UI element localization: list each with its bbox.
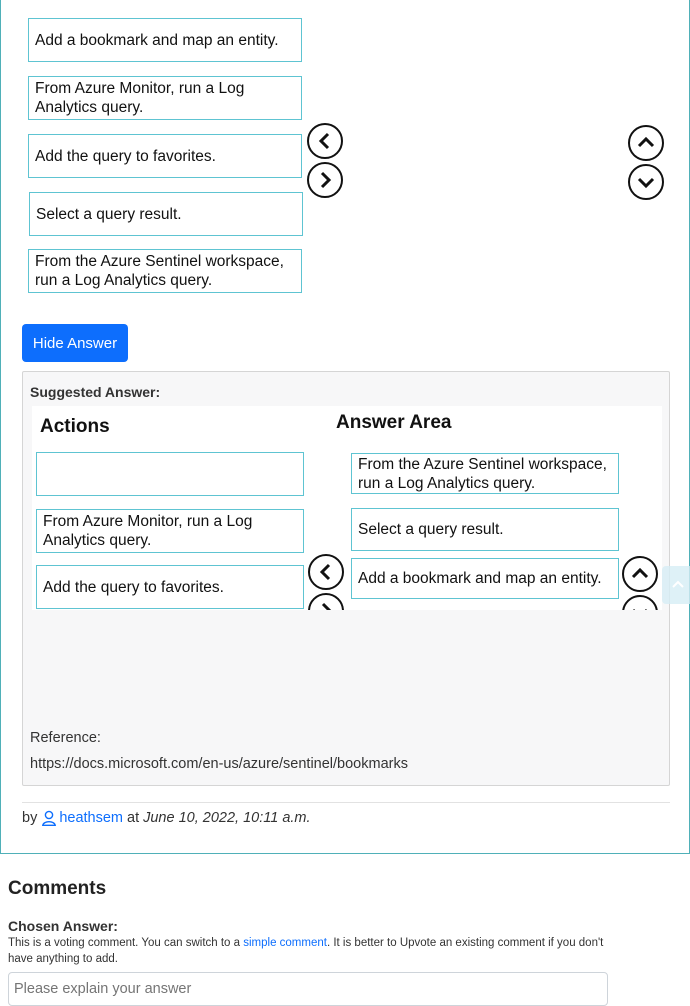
move-down-icon[interactable] bbox=[628, 164, 664, 200]
scroll-to-top-button[interactable] bbox=[662, 566, 690, 604]
user-icon bbox=[42, 810, 57, 826]
attribution: by heathsem at June 10, 2022, 10:11 a.m. bbox=[22, 810, 311, 826]
action-text: Add the query to favorites. bbox=[43, 578, 224, 596]
action-box: Add the query to favorites. bbox=[36, 565, 304, 609]
move-up-icon[interactable] bbox=[628, 125, 664, 161]
answer-text: From the Azure Sentinel workspace, run a… bbox=[358, 455, 607, 492]
choice-text: Add a bookmark and map an entity. bbox=[35, 31, 279, 49]
answer-area-header: Answer Area bbox=[336, 412, 452, 433]
user-link[interactable]: heathsem bbox=[41, 810, 123, 826]
choice-text: Select a query result. bbox=[36, 205, 182, 223]
comment-input[interactable] bbox=[8, 972, 608, 1006]
choice-box[interactable]: Add the query to favorites. bbox=[28, 134, 302, 178]
choice-box[interactable]: Select a query result. bbox=[29, 192, 303, 236]
move-up-icon bbox=[622, 556, 658, 592]
username[interactable]: heathsem bbox=[59, 810, 123, 826]
hide-answer-button[interactable]: Hide Answer bbox=[22, 324, 128, 362]
chosen-answer-label: Chosen Answer: bbox=[8, 918, 118, 934]
answer-text: Select a query result. bbox=[358, 521, 504, 538]
answer-image: Actions Answer Area From Azure Monitor, … bbox=[32, 406, 662, 610]
reference-url[interactable]: https://docs.microsoft.com/en-us/azure/s… bbox=[30, 756, 408, 772]
question-card: Add a bookmark and map an entity. From A… bbox=[0, 0, 690, 854]
choice-box[interactable]: From the Azure Sentinel workspace, run a… bbox=[28, 249, 302, 293]
suggested-answer-label: Suggested Answer: bbox=[30, 384, 161, 400]
move-right-icon[interactable] bbox=[307, 162, 343, 198]
action-text: From Azure Monitor, run a Log Analytics … bbox=[43, 513, 253, 549]
choice-text: Add the query to favorites. bbox=[35, 147, 216, 165]
chevron-up-icon bbox=[672, 580, 684, 588]
answer-box: From the Azure Sentinel workspace, run a… bbox=[351, 453, 619, 494]
at-text: at bbox=[127, 810, 140, 826]
move-left-icon bbox=[308, 554, 344, 590]
voting-note: This is a voting comment. You can switch… bbox=[8, 937, 604, 965]
choice-box[interactable]: From Azure Monitor, run a Log Analytics … bbox=[28, 76, 302, 120]
answer-box: Add a bookmark and map an entity. bbox=[351, 558, 619, 599]
move-down-icon bbox=[622, 595, 658, 610]
simple-comment-link[interactable]: simple comment bbox=[243, 937, 327, 949]
answer-text: Add a bookmark and map an entity. bbox=[358, 570, 602, 587]
choice-text: From the Azure Sentinel workspace, run a… bbox=[35, 253, 284, 289]
move-left-icon[interactable] bbox=[307, 123, 343, 159]
action-slot-empty bbox=[36, 452, 304, 496]
actions-header: Actions bbox=[40, 416, 110, 437]
suggested-answer-panel: Suggested Answer: Actions Answer Area Fr… bbox=[22, 371, 670, 786]
action-box: From Azure Monitor, run a Log Analytics … bbox=[36, 509, 304, 553]
choice-box[interactable]: Add a bookmark and map an entity. bbox=[28, 18, 302, 62]
reference-label: Reference: bbox=[30, 730, 101, 746]
post-date: June 10, 2022, 10:11 a.m. bbox=[143, 810, 311, 826]
answer-box: Select a query result. bbox=[351, 508, 619, 551]
choice-text: From Azure Monitor, run a Log Analytics … bbox=[35, 80, 245, 116]
by-text: by bbox=[22, 810, 38, 826]
move-right-icon bbox=[308, 593, 344, 610]
comments-title: Comments bbox=[8, 878, 107, 899]
divider bbox=[22, 802, 670, 803]
